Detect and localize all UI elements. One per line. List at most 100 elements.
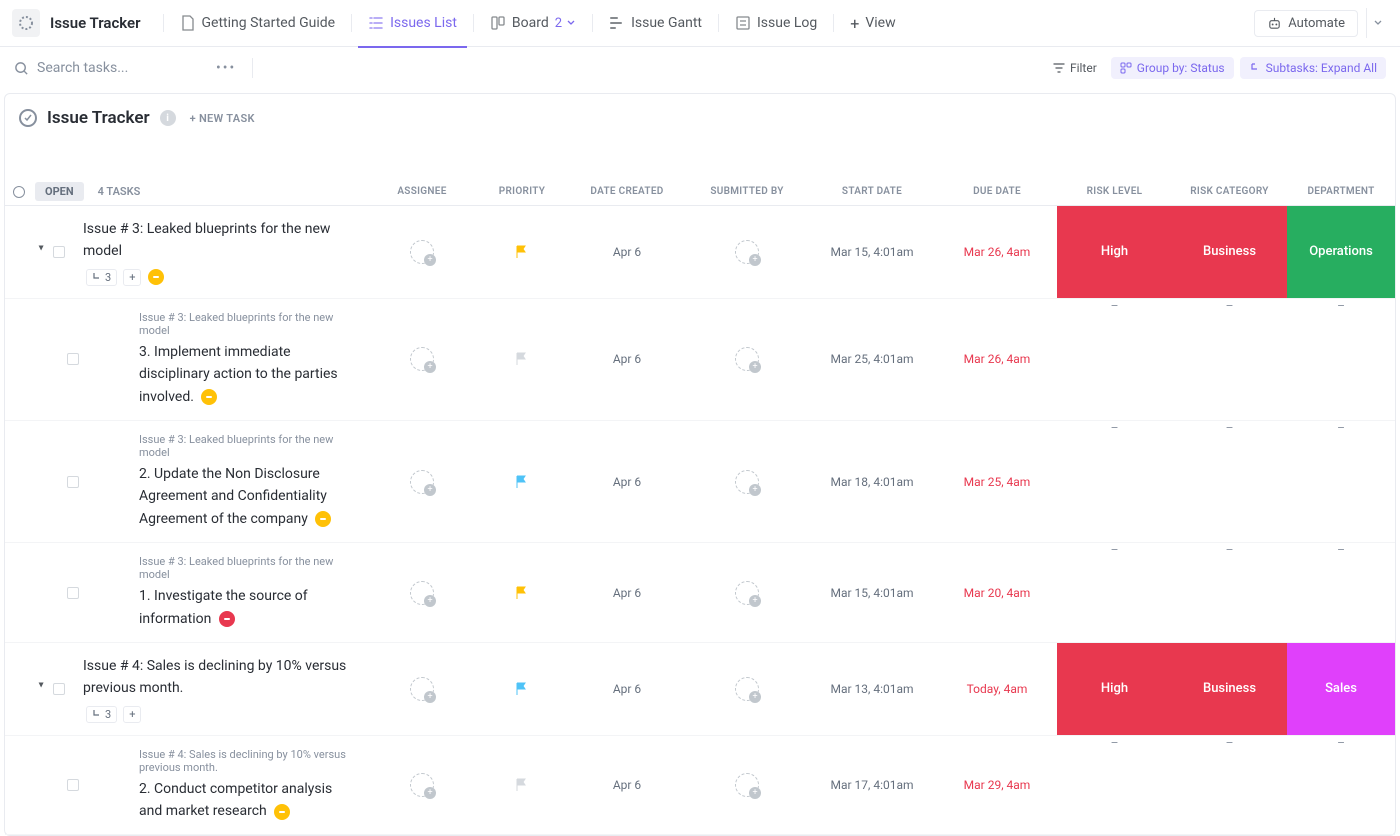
submitted-by-cell[interactable]	[687, 543, 807, 642]
submitted-by-cell[interactable]	[687, 299, 807, 420]
priority-cell[interactable]	[477, 643, 567, 735]
row-checkbox[interactable]	[67, 779, 79, 791]
submitted-by-cell[interactable]	[687, 421, 807, 542]
parent-task-crumb[interactable]: Issue # 4: Sales is declining by 10% ver…	[139, 748, 357, 774]
start-date-cell[interactable]: Mar 13, 4:01am	[807, 643, 937, 735]
assignee-placeholder-icon[interactable]	[735, 581, 759, 605]
risk-level-cell[interactable]: High	[1057, 643, 1172, 735]
task-row[interactable]: Issue # 3: Leaked blueprints for the new…	[5, 421, 1395, 543]
add-subtask-chip[interactable]: +	[123, 269, 141, 286]
row-checkbox[interactable]	[67, 476, 79, 488]
status-indicator-icon[interactable]	[219, 611, 235, 627]
assignee-cell[interactable]	[367, 736, 477, 835]
col-start-date[interactable]: START DATE	[807, 186, 937, 197]
risk-category-cell[interactable]: Business	[1172, 643, 1287, 735]
expand-row-icon[interactable]: ▸	[36, 246, 47, 258]
nav-issue-log[interactable]: Issue Log	[725, 0, 827, 47]
col-submitted-by[interactable]: SUBMITTED BY	[687, 186, 807, 197]
col-priority[interactable]: PRIORITY	[477, 186, 567, 197]
expand-group-icon[interactable]	[13, 186, 25, 198]
assignee-placeholder-icon[interactable]	[735, 773, 759, 797]
task-row[interactable]: ▸ Issue # 4: Sales is declining by 10% v…	[5, 643, 1395, 736]
priority-cell[interactable]	[477, 421, 567, 542]
col-risk-level[interactable]: RISK LEVEL	[1057, 186, 1172, 197]
subtasks-button[interactable]: Subtasks: Expand All	[1240, 57, 1386, 79]
add-subtask-chip[interactable]: +	[123, 706, 141, 723]
assignee-placeholder-icon[interactable]	[735, 347, 759, 371]
status-circle-icon[interactable]	[19, 109, 37, 127]
assignee-cell[interactable]	[367, 206, 477, 298]
parent-task-crumb[interactable]: Issue # 3: Leaked blueprints for the new…	[139, 433, 357, 459]
row-checkbox[interactable]	[53, 246, 65, 258]
filter-button[interactable]: Filter	[1045, 57, 1105, 79]
start-date-cell[interactable]: Mar 18, 4:01am	[807, 421, 937, 542]
search-input[interactable]: Search tasks...	[14, 60, 204, 76]
due-date-cell[interactable]: Mar 20, 4am	[937, 543, 1057, 642]
nav-add-view[interactable]: + View	[840, 0, 905, 47]
row-checkbox[interactable]	[53, 683, 65, 695]
submitted-by-cell[interactable]	[687, 206, 807, 298]
start-date-cell[interactable]: Mar 15, 4:01am	[807, 543, 937, 642]
risk-level-cell[interactable]: –	[1057, 299, 1172, 420]
assignee-cell[interactable]	[367, 643, 477, 735]
department-cell[interactable]: –	[1287, 421, 1395, 542]
start-date-cell[interactable]: Mar 17, 4:01am	[807, 736, 937, 835]
assignee-placeholder-icon[interactable]	[410, 470, 434, 494]
status-indicator-icon[interactable]	[201, 389, 217, 405]
risk-level-cell[interactable]: –	[1057, 543, 1172, 642]
start-date-cell[interactable]: Mar 25, 4:01am	[807, 299, 937, 420]
automate-button[interactable]: Automate	[1254, 10, 1358, 37]
col-due-date[interactable]: DUE DATE	[937, 186, 1057, 197]
risk-category-cell[interactable]: –	[1172, 421, 1287, 542]
priority-cell[interactable]	[477, 299, 567, 420]
submitted-by-cell[interactable]	[687, 643, 807, 735]
assignee-cell[interactable]	[367, 421, 477, 542]
due-date-cell[interactable]: Mar 29, 4am	[937, 736, 1057, 835]
task-title[interactable]: Issue # 3: Leaked blueprints for the new…	[83, 221, 330, 259]
risk-category-cell[interactable]: –	[1172, 543, 1287, 642]
nav-board[interactable]: Board 2	[480, 0, 586, 47]
task-title[interactable]: Issue # 4: Sales is declining by 10% ver…	[83, 658, 346, 696]
assignee-placeholder-icon[interactable]	[410, 240, 434, 264]
expand-row-icon[interactable]: ▸	[36, 683, 47, 695]
assignee-placeholder-icon[interactable]	[735, 677, 759, 701]
assignee-placeholder-icon[interactable]	[410, 581, 434, 605]
due-date-cell[interactable]: Mar 26, 4am	[937, 206, 1057, 298]
group-by-button[interactable]: Group by: Status	[1111, 57, 1234, 79]
subtask-count-chip[interactable]: 3	[86, 706, 117, 723]
status-indicator-icon[interactable]	[148, 269, 164, 285]
risk-level-cell[interactable]: –	[1057, 421, 1172, 542]
subtask-count-chip[interactable]: 3	[86, 269, 117, 286]
priority-cell[interactable]	[477, 206, 567, 298]
task-title[interactable]: 2. Update the Non Disclosure Agreement a…	[139, 466, 327, 527]
status-indicator-icon[interactable]	[315, 511, 331, 527]
due-date-cell[interactable]: Mar 25, 4am	[937, 421, 1057, 542]
department-cell[interactable]: –	[1287, 299, 1395, 420]
automate-dropdown-button[interactable]	[1366, 8, 1388, 38]
assignee-placeholder-icon[interactable]	[410, 677, 434, 701]
col-department[interactable]: DEPARTMENT	[1287, 186, 1395, 197]
assignee-placeholder-icon[interactable]	[735, 240, 759, 264]
col-date-created[interactable]: DATE CREATED	[567, 186, 687, 197]
department-cell[interactable]: –	[1287, 543, 1395, 642]
task-row[interactable]: Issue # 3: Leaked blueprints for the new…	[5, 299, 1395, 421]
parent-task-crumb[interactable]: Issue # 3: Leaked blueprints for the new…	[139, 311, 357, 337]
assignee-cell[interactable]	[367, 299, 477, 420]
risk-category-cell[interactable]: –	[1172, 736, 1287, 835]
assignee-placeholder-icon[interactable]	[735, 470, 759, 494]
task-title[interactable]: 2. Conduct competitor analysis and marke…	[139, 781, 332, 819]
nav-issue-gantt[interactable]: Issue Gantt	[599, 0, 712, 47]
row-checkbox[interactable]	[67, 587, 79, 599]
group-status-pill[interactable]: OPEN	[35, 182, 84, 201]
task-row[interactable]: Issue # 4: Sales is declining by 10% ver…	[5, 736, 1395, 836]
status-indicator-icon[interactable]	[274, 804, 290, 820]
department-cell[interactable]: Operations	[1287, 206, 1395, 298]
risk-category-cell[interactable]: Business	[1172, 206, 1287, 298]
info-icon[interactable]: i	[160, 110, 176, 126]
col-assignee[interactable]: ASSIGNEE	[367, 186, 477, 197]
due-date-cell[interactable]: Today, 4am	[937, 643, 1057, 735]
risk-level-cell[interactable]: –	[1057, 736, 1172, 835]
new-task-button[interactable]: + NEW TASK	[190, 112, 255, 125]
parent-task-crumb[interactable]: Issue # 3: Leaked blueprints for the new…	[139, 555, 357, 581]
task-title[interactable]: 3. Implement immediate disciplinary acti…	[139, 344, 338, 405]
